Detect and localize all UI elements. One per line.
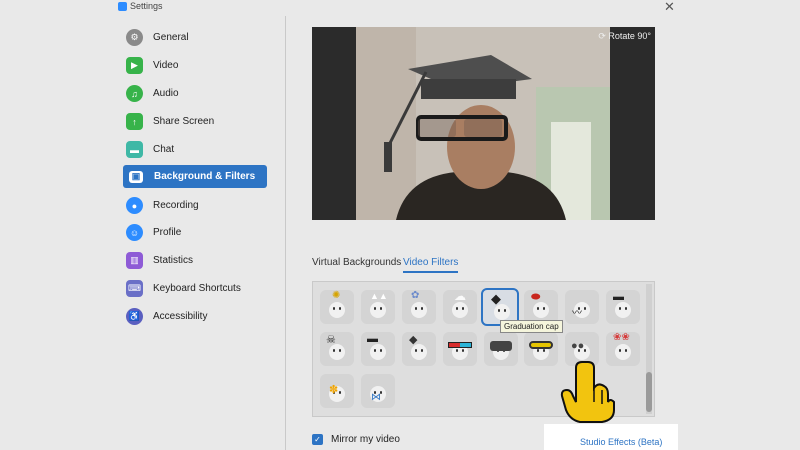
sidebar-item-general[interactable]: ⚙ General	[123, 26, 267, 49]
record-icon: ●	[126, 197, 143, 214]
vr-headset-filter-icon[interactable]	[484, 332, 518, 366]
studio-effects-link[interactable]: Studio Effects (Beta)	[580, 437, 662, 447]
sidebar-item-label: Statistics	[153, 255, 194, 266]
bunny-ears-filter-icon[interactable]: ▲▲	[361, 290, 395, 324]
mirror-video-option[interactable]: ✓ Mirror my video	[312, 434, 400, 445]
background-icon: ▣	[129, 170, 143, 183]
gear-icon: ⚙	[126, 29, 143, 46]
chat-bubble-icon: ▬	[126, 141, 143, 158]
pirate-hat-filter-icon[interactable]: ☠	[320, 332, 354, 366]
sidebar-item-background-filters[interactable]: ▣ Background & Filters	[123, 165, 267, 188]
3d-glasses-filter-icon[interactable]	[443, 332, 477, 366]
headphones-icon: ♫	[126, 85, 143, 102]
sidebar-item-label: Video	[153, 60, 179, 71]
window-title: Settings	[130, 1, 163, 11]
settings-window: Settings ✕ ⚙ General ▶ Video ♫ Audio ↑ S…	[0, 0, 800, 450]
chef-hat-filter-icon[interactable]: ☁	[443, 289, 477, 324]
sparkle-filter-icon[interactable]: ✺	[320, 290, 354, 324]
sidebar-item-keyboard-shortcuts[interactable]: ⌨ Keyboard Shortcuts	[123, 277, 267, 300]
daisy-filter-icon[interactable]: ✽	[320, 374, 354, 408]
mirror-checkbox[interactable]: ✓	[312, 434, 323, 445]
sidebar-item-video[interactable]: ▶ Video	[123, 54, 267, 77]
sidebar-item-statistics[interactable]: ▥ Statistics	[123, 249, 267, 272]
sidebar-item-chat[interactable]: ▬ Chat	[123, 138, 267, 161]
sidebar-item-label: Audio	[153, 88, 179, 99]
mustache-filter-icon[interactable]: 〰	[565, 290, 599, 324]
sidebar-item-recording[interactable]: ● Recording	[123, 194, 267, 217]
accessibility-icon: ♿	[126, 308, 143, 325]
tab-virtual-backgrounds[interactable]: Virtual Backgrounds	[312, 257, 401, 268]
filter-tooltip: Graduation cap	[500, 320, 563, 333]
statistics-icon: ▥	[126, 252, 143, 269]
sidebar-divider	[285, 16, 286, 450]
beret-filter-icon[interactable]: ⬬	[524, 290, 558, 324]
filter-scrollbar[interactable]	[646, 284, 652, 414]
rotate-label: Rotate 90°	[608, 31, 651, 41]
sidebar-item-label: General	[153, 32, 189, 43]
sidebar-item-label: Accessibility	[153, 311, 208, 322]
video-preview: ⟳ Rotate 90°	[312, 27, 655, 220]
zoom-logo-icon	[118, 2, 127, 11]
sidebar-item-share-screen[interactable]: ↑ Share Screen	[123, 110, 267, 133]
close-icon[interactable]: ✕	[664, 0, 675, 15]
profile-icon: ☺	[126, 224, 143, 241]
sidebar-item-label: Keyboard Shortcuts	[153, 283, 241, 294]
camera-feed	[356, 27, 610, 220]
sidebar-item-label: Recording	[153, 200, 199, 211]
settings-sidebar: ⚙ General ▶ Video ♫ Audio ↑ Share Screen…	[115, 22, 275, 450]
title-bar: Settings ✕	[0, 0, 800, 16]
share-screen-icon: ↑	[126, 113, 143, 130]
video-camera-icon: ▶	[126, 57, 143, 74]
sidebar-item-label: Profile	[153, 227, 182, 238]
mirror-label: Mirror my video	[331, 434, 400, 445]
tab-video-filters[interactable]: Video Filters	[403, 257, 459, 273]
bandit-hat-filter-icon[interactable]: ▬	[606, 290, 640, 324]
camera-feed-image	[356, 27, 610, 220]
sidebar-item-label: Share Screen	[153, 116, 215, 127]
ski-goggles-filter-icon[interactable]	[524, 332, 558, 366]
pointing-hand-icon	[560, 361, 615, 423]
scrollbar-thumb[interactable]	[646, 372, 652, 412]
bowtie-filter-icon[interactable]: ⋈	[361, 374, 395, 408]
fedora-filter-icon[interactable]: ▬	[361, 332, 395, 366]
sidebar-item-label: Chat	[153, 144, 175, 155]
rotate-button[interactable]: ⟳ Rotate 90°	[598, 31, 651, 42]
keyboard-icon: ⌨	[126, 280, 143, 297]
sidebar-item-profile[interactable]: ☺ Profile	[123, 221, 267, 244]
sidebar-item-audio[interactable]: ♫ Audio	[123, 82, 267, 105]
sidebar-item-accessibility[interactable]: ♿ Accessibility	[123, 305, 267, 328]
sidebar-item-label: Background & Filters	[154, 171, 256, 182]
mortarboard-filter-icon[interactable]: ◆	[402, 332, 436, 366]
flower-crown-filter-icon[interactable]: ✿	[402, 290, 436, 324]
